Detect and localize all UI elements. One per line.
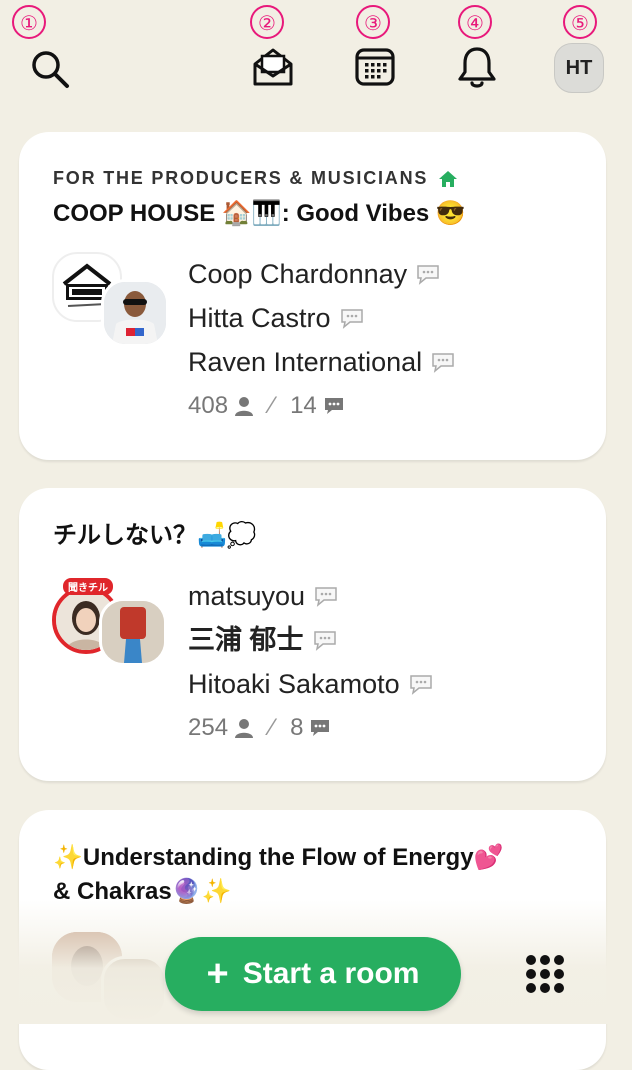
speech-icon <box>324 398 343 414</box>
speaker-row: matsuyou <box>188 574 434 618</box>
listener-count: 408 <box>188 392 229 419</box>
speaker-count: 14 <box>290 392 317 419</box>
notifications-button[interactable] <box>452 42 502 92</box>
speaker-name: Coop Chardonnay <box>188 259 408 289</box>
grid-dot <box>540 983 550 993</box>
speaker-name: 三浦 郁士 <box>188 625 304 655</box>
room-card[interactable]: チルしない？🛋️💭 聞きチル matsuyou 三浦 郁士 Hitoaki Sa… <box>19 488 606 781</box>
envelope-icon <box>253 48 293 86</box>
speaker-row: 三浦 郁士 <box>188 618 434 662</box>
grid-dot <box>554 983 564 993</box>
speaker-avatar <box>101 279 169 347</box>
room-stats: 408 ⁄ 14 <box>188 384 456 428</box>
room-title-line1: ✨Understanding the Flow of Energy💕 <box>53 844 504 871</box>
bell-icon <box>458 47 496 88</box>
stats-divider: ⁄ <box>270 392 275 419</box>
plus-icon: + <box>206 952 229 995</box>
live-badge: 聞きチル <box>63 578 113 595</box>
speaker-name: matsuyou <box>188 581 306 611</box>
speaker-name: Raven International <box>188 347 423 377</box>
person-icon <box>235 397 254 416</box>
grid-dot <box>554 955 564 965</box>
stats-divider: ⁄ <box>270 714 275 741</box>
speaker-row: Raven International <box>188 340 456 384</box>
person-icon <box>235 719 254 738</box>
speaker-list: Coop Chardonnay Hitta Castro Raven Inter… <box>188 252 456 428</box>
start-room-button[interactable]: + Start a room <box>165 937 461 1011</box>
grid-dot <box>540 969 550 979</box>
chat-bubble-icon <box>409 675 432 695</box>
room-stats: 254 ⁄ 8 <box>188 706 434 750</box>
search-icon <box>32 51 69 88</box>
room-title: チルしない？🛋️💭 <box>53 522 257 549</box>
search-button[interactable] <box>24 44 74 92</box>
speaker-count: 8 <box>290 714 304 741</box>
chat-bubble-icon <box>315 587 337 607</box>
marker-1: ① <box>12 5 46 39</box>
invite-button[interactable] <box>248 42 298 92</box>
profile-avatar[interactable]: HT <box>554 43 604 93</box>
calendar-button[interactable] <box>350 42 400 92</box>
start-room-label: Start a room <box>242 957 420 990</box>
marker-4: ④ <box>458 5 492 39</box>
speaker-row: Hitta Castro <box>188 296 456 340</box>
chat-bubble-icon <box>417 265 439 285</box>
club-label: FOR THE PRODUCERS & MUSICIANS <box>53 168 429 188</box>
home-icon <box>439 170 458 187</box>
person-photo <box>104 282 166 344</box>
marker-3: ③ <box>356 5 390 39</box>
speaker-avatar <box>99 598 167 666</box>
chat-bubble-icon <box>313 631 336 651</box>
grid-dot <box>540 955 550 965</box>
grid-dot <box>526 983 536 993</box>
grid-dot <box>526 955 536 965</box>
chat-bubble-icon <box>432 353 454 373</box>
grid-dot <box>554 969 564 979</box>
calendar-icon <box>355 48 395 86</box>
room-card[interactable]: FOR THE PRODUCERS & MUSICIANS COOP HOUSE… <box>19 132 606 460</box>
backchannel-button[interactable] <box>526 955 564 993</box>
listener-count: 254 <box>188 714 229 741</box>
speaker-name: Hitoaki Sakamoto <box>188 669 400 699</box>
speaker-list: matsuyou 三浦 郁士 Hitoaki Sakamoto 254 ⁄ 8 <box>188 574 434 750</box>
speaker-row: Hitoaki Sakamoto <box>188 662 434 706</box>
room-title: COOP HOUSE 🏠🎹: Good Vibes 😎 <box>53 200 466 227</box>
speaker-row: Coop Chardonnay <box>188 252 456 296</box>
chat-bubble-icon <box>340 309 363 329</box>
club-name: FOR THE PRODUCERS & MUSICIANS <box>53 168 458 189</box>
marker-2: ② <box>250 5 284 39</box>
marker-5: ⑤ <box>563 5 597 39</box>
grid-dot <box>526 969 536 979</box>
speech-icon <box>311 720 330 736</box>
speaker-name: Hitta Castro <box>188 303 331 333</box>
person-photo <box>102 601 164 663</box>
